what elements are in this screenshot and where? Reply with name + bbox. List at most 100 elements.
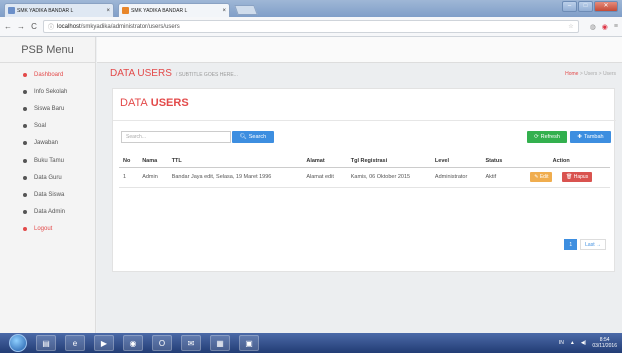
bullet-icon — [23, 158, 27, 163]
browser-titlebar: SMK YADIKA BANDAR L × SMK YADIKA BANDAR … — [0, 0, 622, 17]
sidebar-brand: PSB Menu — [0, 37, 95, 63]
column-header: Status — [481, 155, 513, 168]
close-window-button[interactable]: ✕ — [594, 1, 618, 12]
extension-icon[interactable]: ◉ — [602, 23, 608, 31]
back-button[interactable]: ← — [4, 22, 12, 31]
card-title: DATA USERS — [120, 97, 189, 109]
main-content: DATA USERS / SUBTITLE GOES HERE... Home … — [97, 37, 622, 333]
edit-button[interactable]: ✎ Edit — [530, 172, 553, 182]
school-favicon-icon — [122, 7, 129, 14]
address-bar: ← → C ⓘ localhost /smkyadika/administrat… — [0, 17, 622, 37]
internet-explorer-icon[interactable]: e — [65, 335, 85, 351]
refresh-button[interactable]: ⟳ Refresh — [527, 131, 567, 143]
bullet-icon — [23, 175, 27, 180]
column-header: Nama — [138, 155, 168, 168]
sidebar-item-info-sekolah[interactable]: Info Sekolah — [0, 83, 95, 100]
delete-button[interactable]: 🗑︎ Hapus — [562, 172, 593, 182]
sidebar-item-label: Data Admin — [34, 209, 66, 216]
menu-icon[interactable]: ≡ — [614, 23, 618, 31]
url-input[interactable]: ⓘ localhost /smkyadika/administrator/use… — [43, 20, 579, 33]
chrome-icon[interactable]: ◉ — [123, 335, 143, 351]
minimize-button[interactable]: – — [562, 1, 577, 12]
plus-icon: ✚ — [577, 134, 583, 140]
cell-level: Administrator — [430, 167, 482, 188]
language-indicator[interactable]: IN — [559, 340, 564, 346]
sidebar-item-soal[interactable]: Soal — [0, 118, 95, 135]
bullet-icon — [23, 227, 27, 232]
opera-icon[interactable]: O — [152, 335, 172, 351]
breadcrumb-home[interactable]: Home — [565, 71, 578, 77]
page-title: DATA USERS — [110, 68, 172, 79]
sidebar-item-data-guru[interactable]: Data Guru — [0, 169, 95, 186]
url-host: localhost — [57, 23, 81, 30]
extension-icon[interactable]: ◍ — [590, 23, 596, 31]
search-button-label: Search — [248, 134, 267, 140]
pagination: 1 Last → — [564, 239, 606, 250]
maximize-button[interactable]: □ — [578, 1, 593, 12]
sidebar-item-label: Logout — [34, 226, 53, 233]
search-input[interactable]: Search... — [121, 131, 231, 143]
column-header: TTL — [167, 155, 303, 168]
browser-extensions: ◍ ◉ ≡ — [590, 23, 618, 31]
sidebar-item-siswa-baru[interactable]: Siswa Baru — [0, 100, 95, 117]
app-icon[interactable]: ▦ — [210, 335, 230, 351]
column-header: Tgl Registrasi — [346, 155, 431, 168]
add-button-label: Tambah — [584, 134, 604, 140]
app-icon[interactable]: ✉ — [181, 335, 201, 351]
forward-button[interactable]: → — [17, 22, 25, 31]
sidebar-item-data-admin[interactable]: Data Admin — [0, 204, 95, 221]
edit-label: Edit — [539, 174, 549, 180]
sidebar-item-label: Buku Tamu — [34, 157, 64, 164]
trash-icon: 🗑︎ — [566, 174, 573, 180]
column-header: No — [119, 155, 139, 168]
sidebar-item-jawaban[interactable]: Jawaban — [0, 135, 95, 152]
column-header: Level — [430, 155, 482, 168]
volume-icon[interactable]: ◀) — [581, 340, 587, 346]
new-tab-button[interactable] — [234, 5, 258, 15]
sidebar-item-dashboard[interactable]: Dashboard — [0, 66, 95, 83]
add-user-button[interactable]: ✚ Tambah — [570, 131, 611, 143]
file-explorer-icon[interactable]: ▤ — [36, 335, 56, 351]
app-icon[interactable]: ▣ — [239, 335, 259, 351]
search-button[interactable]: 🔍︎ Search — [232, 131, 274, 143]
top-navbar — [97, 37, 622, 63]
refresh-icon: ⟳ — [534, 134, 539, 140]
sidebar-item-label: Data Guru — [34, 174, 62, 181]
cell-alamat: Alamat edit — [302, 167, 347, 188]
reload-button[interactable]: C — [30, 22, 38, 31]
clock-date: 03/11/2016 — [592, 343, 617, 349]
network-icon[interactable]: ▲ — [570, 340, 575, 346]
sidebar-item-data-siswa[interactable]: Data Siswa — [0, 186, 95, 203]
browser-tab-1[interactable]: SMK YADIKA BANDAR L × — [4, 3, 114, 17]
table-row: 1 Admin Bandar Jaya edit, Selasa, 19 Mar… — [119, 167, 610, 188]
last-page-button[interactable]: Last → — [580, 239, 606, 250]
media-player-icon[interactable]: ▶ — [94, 335, 114, 351]
cell-tgl: Kamis, 06 Oktober 2015 — [346, 167, 431, 188]
sidebar-item-label: Jawaban — [34, 140, 59, 147]
sidebar-item-label: Soal — [34, 123, 47, 130]
tab-close-icon[interactable]: × — [222, 8, 226, 14]
start-button[interactable] — [9, 334, 27, 352]
card-title-first: DATA — [120, 97, 148, 109]
sidebar-item-label: Siswa Baru — [34, 105, 65, 112]
breadcrumb-separator: > — [579, 71, 583, 77]
sidebar-nav: Dashboard Info Sekolah Siswa Baru Soal J… — [0, 63, 95, 238]
bullet-icon — [23, 210, 27, 215]
edit-icon: ✎ — [534, 174, 539, 180]
clock[interactable]: 8:54 03/11/2016 — [592, 337, 617, 349]
system-tray: IN ▲ ◀) 8:54 03/11/2016 — [559, 337, 622, 349]
sidebar-item-label: Dashboard — [34, 71, 64, 78]
breadcrumb: Home > Users > Users — [565, 71, 616, 77]
refresh-button-label: Refresh — [540, 134, 560, 140]
search-icon: 🔍︎ — [239, 134, 247, 140]
page-1-button[interactable]: 1 — [564, 239, 578, 250]
cell-status: Aktif — [481, 167, 513, 188]
sidebar-item-logout[interactable]: Logout — [0, 221, 95, 238]
tab-close-icon[interactable]: × — [106, 8, 110, 14]
breadcrumb-users[interactable]: Users — [584, 71, 597, 77]
bookmark-star-icon[interactable]: ☆ — [568, 23, 573, 30]
browser-tab-2[interactable]: SMK YADIKA BANDAR L × — [118, 3, 230, 17]
users-table: No Nama TTL Alamat Tgl Registrasi Level … — [119, 155, 610, 188]
bullet-icon — [23, 72, 27, 77]
sidebar-item-buku-tamu[interactable]: Buku Tamu — [0, 152, 95, 169]
